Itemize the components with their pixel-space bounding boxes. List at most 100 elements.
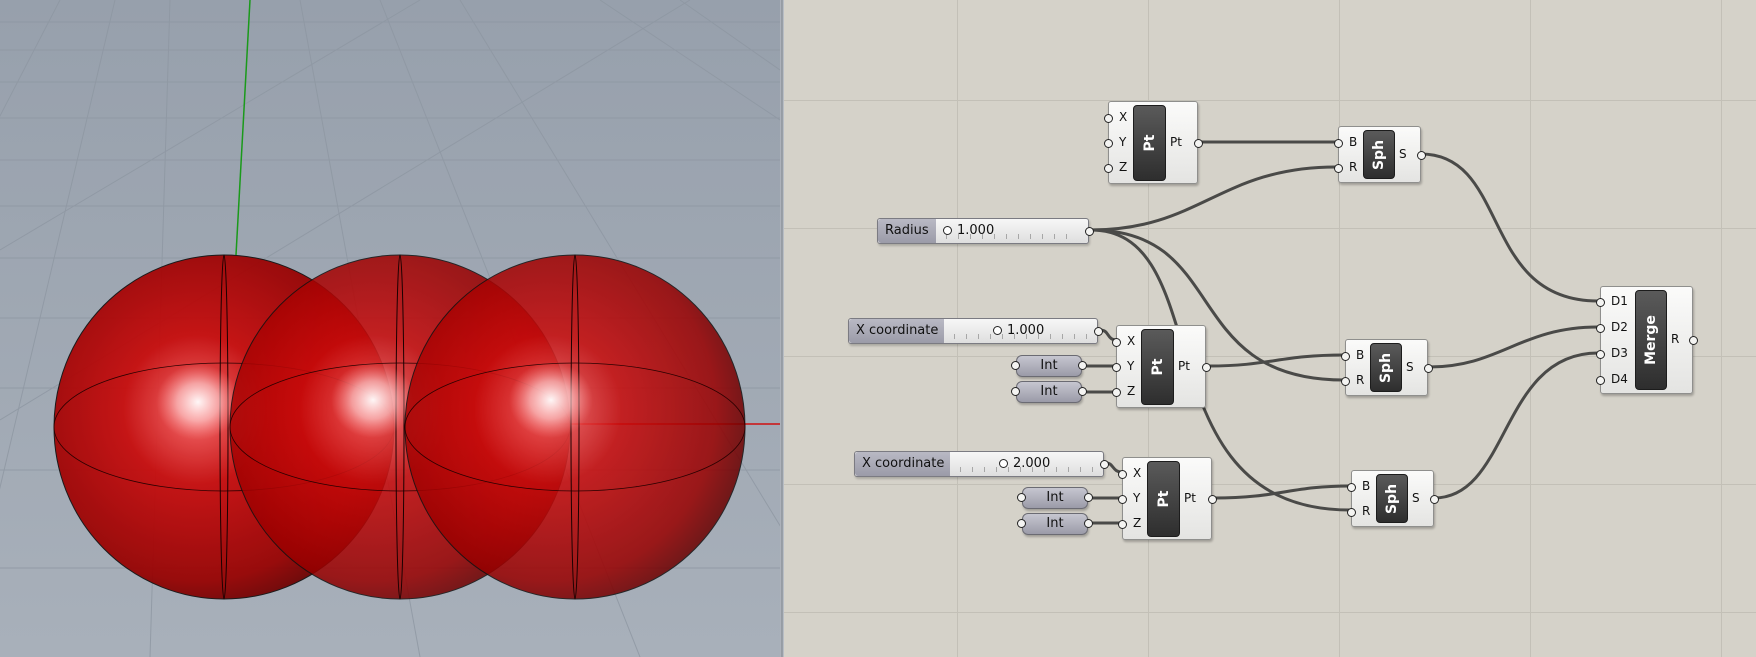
x-coordinate-slider-1[interactable]: X coordinate 1.000 [848, 318, 1103, 344]
output-grip[interactable] [1078, 361, 1087, 370]
slider-value: 1.000 [1007, 323, 1045, 338]
output-grip[interactable] [1094, 327, 1103, 336]
component-core[interactable]: Sph [1363, 130, 1395, 179]
sphere-component-3[interactable]: B R Sph S [1347, 470, 1439, 527]
input-grip-b[interactable] [1347, 483, 1356, 492]
input-grip-x[interactable] [1104, 114, 1113, 123]
input-grip[interactable] [1017, 519, 1026, 528]
slider-label: X coordinate [855, 452, 953, 476]
output-s-label: S [1412, 491, 1420, 505]
input-grip[interactable] [1017, 493, 1026, 502]
component-name: Sph [1378, 352, 1394, 383]
input-grip-y[interactable] [1104, 139, 1113, 148]
component-name: Pt [1149, 358, 1166, 376]
slider-label: Radius [878, 219, 937, 243]
input-grip-d3[interactable] [1596, 350, 1605, 359]
input-grip-r[interactable] [1347, 508, 1356, 517]
slider-track[interactable]: 2.000 [950, 452, 1103, 476]
input-b-label: B [1362, 479, 1371, 493]
sphere-component-2[interactable]: B R Sph S [1341, 339, 1433, 396]
slider-knob[interactable] [999, 459, 1008, 468]
input-r-label: R [1356, 373, 1365, 387]
input-x-label: X [1133, 466, 1142, 480]
input-grip-r[interactable] [1341, 377, 1350, 386]
input-d3-label: D3 [1611, 346, 1628, 360]
input-z-label: Z [1119, 160, 1128, 174]
rhino-viewport[interactable] [0, 0, 780, 657]
component-name: Sph [1371, 139, 1387, 170]
input-grip-b[interactable] [1334, 139, 1343, 148]
input-b-label: B [1349, 135, 1358, 149]
slider-value: 2.000 [1013, 456, 1051, 471]
viewport-scene [0, 0, 780, 657]
component-name: Pt [1155, 490, 1172, 508]
int-panel-3[interactable]: Int [1017, 487, 1093, 509]
slider-knob[interactable] [943, 226, 952, 235]
int-panel-1[interactable]: Int [1011, 355, 1087, 377]
output-grip[interactable] [1689, 336, 1698, 345]
panel-label: Int [1040, 384, 1058, 399]
merge-component[interactable]: D1 D2 D3 D4 Merge R [1596, 286, 1698, 394]
input-r-label: R [1362, 504, 1371, 518]
component-core[interactable]: Sph [1370, 343, 1402, 392]
panel-label: Int [1046, 516, 1064, 531]
output-grip[interactable] [1424, 364, 1433, 373]
input-grip[interactable] [1011, 361, 1020, 370]
output-grip[interactable] [1208, 495, 1217, 504]
radius-slider[interactable]: Radius 1.000 [877, 218, 1094, 244]
component-name: Pt [1141, 134, 1158, 152]
output-grip[interactable] [1100, 460, 1109, 469]
input-grip-y[interactable] [1118, 495, 1127, 504]
input-x-label: X [1127, 334, 1136, 348]
input-y-label: Y [1127, 359, 1135, 373]
input-b-label: B [1356, 348, 1365, 362]
input-grip-z[interactable] [1112, 388, 1121, 397]
int-panel-4[interactable]: Int [1017, 513, 1093, 535]
slider-track[interactable]: 1.000 [944, 319, 1097, 343]
input-y-label: Y [1119, 135, 1127, 149]
input-grip-r[interactable] [1334, 164, 1343, 173]
input-grip-x[interactable] [1118, 470, 1127, 479]
output-r-label: R [1671, 332, 1680, 346]
panel-label: Int [1040, 358, 1058, 373]
output-grip[interactable] [1430, 495, 1439, 504]
component-core[interactable]: Pt [1133, 105, 1166, 181]
output-grip[interactable] [1084, 493, 1093, 502]
input-z-label: Z [1127, 384, 1136, 398]
output-grip[interactable] [1202, 363, 1211, 372]
slider-value: 1.000 [957, 223, 995, 238]
slider-knob[interactable] [993, 326, 1002, 335]
output-s-label: S [1406, 360, 1414, 374]
input-grip-y[interactable] [1112, 363, 1121, 372]
component-name: Merge [1643, 315, 1659, 365]
output-grip[interactable] [1194, 139, 1203, 148]
component-core[interactable]: Pt [1141, 329, 1174, 405]
output-grip[interactable] [1085, 227, 1094, 236]
slider-track[interactable]: 1.000 [936, 219, 1088, 243]
input-grip-d4[interactable] [1596, 376, 1605, 385]
output-grip[interactable] [1078, 387, 1087, 396]
input-grip-d1[interactable] [1596, 298, 1605, 307]
input-d1-label: D1 [1611, 294, 1628, 308]
input-grip-z[interactable] [1118, 520, 1127, 529]
input-grip-x[interactable] [1112, 338, 1121, 347]
int-panel-2[interactable]: Int [1011, 381, 1087, 403]
construct-point-component-3[interactable]: X Y Z Pt Pt [1118, 457, 1217, 540]
slider-label: X coordinate [849, 319, 947, 343]
component-name: Sph [1384, 483, 1400, 514]
construct-point-component-2[interactable]: X Y Z Pt Pt [1112, 325, 1211, 408]
x-coordinate-slider-2[interactable]: X coordinate 2.000 [854, 451, 1109, 477]
construct-point-component-1[interactable]: X Y Z Pt Pt [1104, 101, 1203, 184]
input-grip[interactable] [1011, 387, 1020, 396]
component-core[interactable]: Pt [1147, 461, 1180, 537]
input-grip-b[interactable] [1341, 352, 1350, 361]
component-core[interactable]: Merge [1635, 290, 1667, 390]
output-grip[interactable] [1417, 151, 1426, 160]
sphere-3[interactable] [404, 254, 746, 600]
output-pt-label: Pt [1178, 359, 1190, 373]
input-grip-z[interactable] [1104, 164, 1113, 173]
sphere-component-1[interactable]: B R Sph S [1334, 126, 1426, 183]
component-core[interactable]: Sph [1376, 474, 1408, 523]
input-grip-d2[interactable] [1596, 324, 1605, 333]
output-grip[interactable] [1084, 519, 1093, 528]
